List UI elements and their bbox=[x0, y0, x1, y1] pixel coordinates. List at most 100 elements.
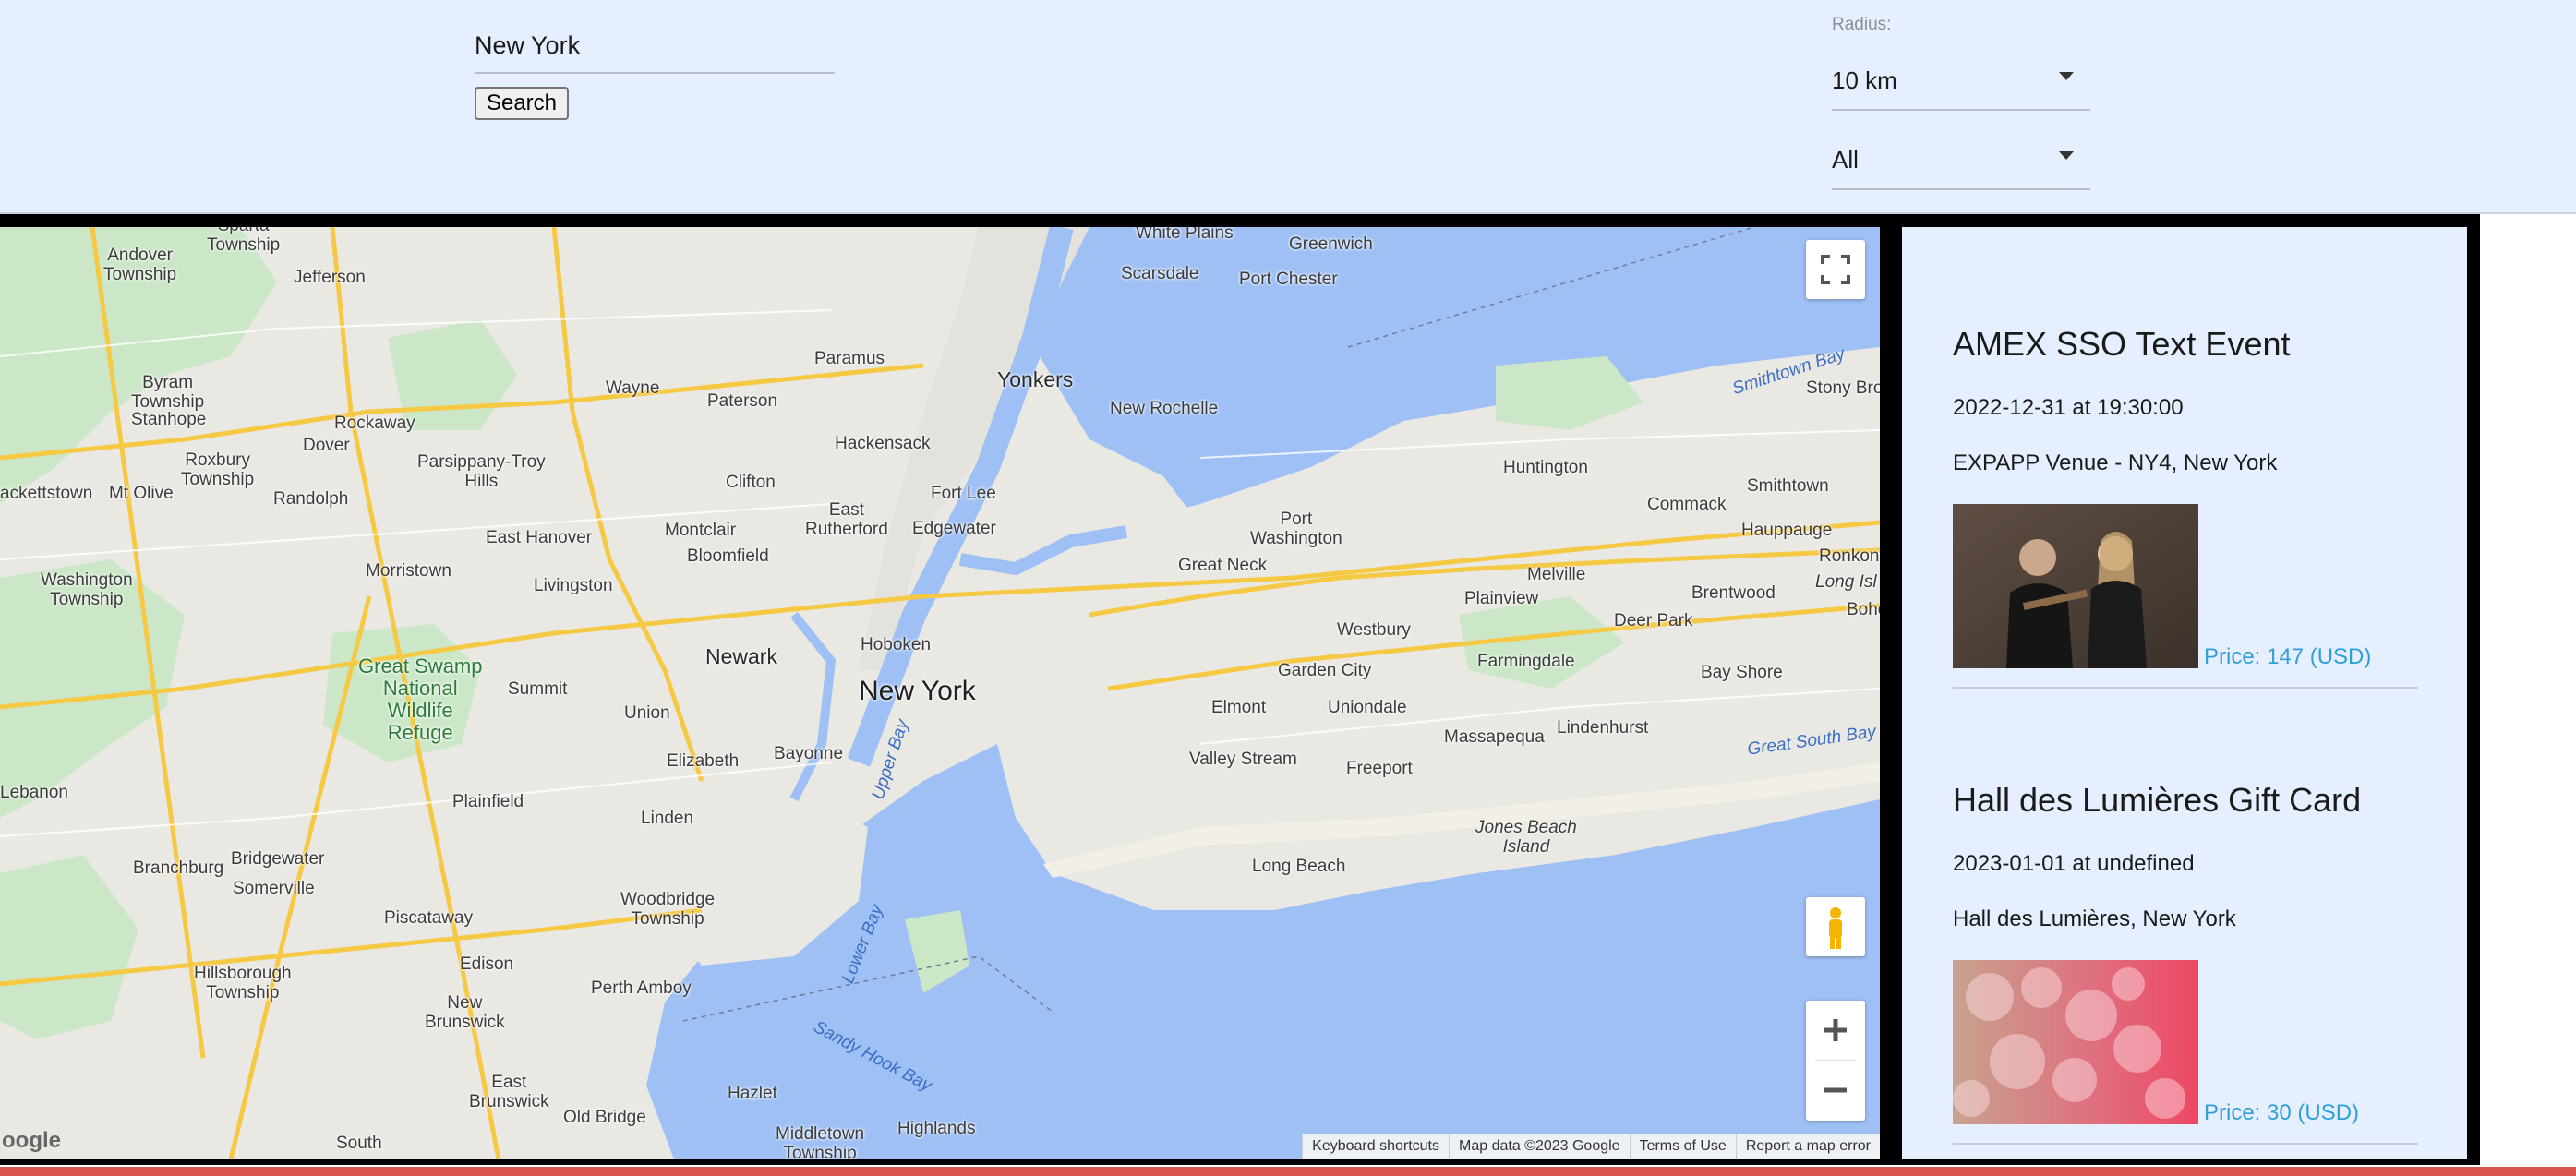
map-label-port-washington: Port Washington bbox=[1250, 510, 1342, 548]
map-label-stony-brook: Stony Bro bbox=[1806, 378, 1880, 398]
map-label-commack: Commack bbox=[1647, 495, 1727, 514]
map-label-paramus: Paramus bbox=[814, 349, 885, 368]
map-label-hackettstown: ackettstown bbox=[0, 484, 93, 503]
map-label-fort-lee: Fort Lee bbox=[931, 484, 996, 503]
event-venue: Hall des Lumières, New York bbox=[1953, 906, 2236, 931]
map-label-huntington: Huntington bbox=[1503, 458, 1588, 477]
map-label-mt-olive: Mt Olive bbox=[109, 484, 174, 503]
street-view-button[interactable] bbox=[1806, 897, 1865, 956]
map-label-elizabeth: Elizabeth bbox=[667, 751, 740, 771]
map-label-greenwich: Greenwich bbox=[1289, 234, 1373, 254]
pegman-icon bbox=[1829, 907, 1842, 949]
map-label-livingston: Livingston bbox=[534, 576, 613, 595]
event-venue: EXPAPP Venue - NY4, New York bbox=[1953, 450, 2278, 475]
map-label-clifton: Clifton bbox=[726, 473, 776, 492]
map-label-highlands: Highlands bbox=[897, 1119, 976, 1138]
search-header: Search Radius: 10 km All bbox=[0, 0, 2576, 214]
map-label-roxbury: Roxbury Township bbox=[181, 450, 255, 489]
map-label-somerville: Somerville bbox=[233, 879, 315, 898]
map-label-jefferson: Jefferson bbox=[294, 268, 366, 287]
map-label-long-beach: Long Beach bbox=[1252, 857, 1346, 876]
map-label-dover: Dover bbox=[303, 436, 350, 455]
event-photo bbox=[1953, 504, 2198, 668]
category-select[interactable]: All bbox=[1832, 122, 2090, 190]
map-label-bohemia: Bohe bbox=[1847, 600, 1880, 619]
map-label-yonkers: Yonkers bbox=[997, 367, 1074, 391]
zoom-out-button[interactable] bbox=[1806, 1061, 1865, 1120]
list-item[interactable]: Hall des Lumières Gift Card 2023-01-01 a… bbox=[1953, 683, 2418, 1145]
report-map-error-link[interactable]: Report a map error bbox=[1735, 1134, 1880, 1159]
map-label-linden: Linden bbox=[641, 809, 694, 828]
map-label-wayne: Wayne bbox=[606, 378, 660, 398]
map-label-smithtown: Smithtown bbox=[1747, 476, 1829, 496]
event-title[interactable]: Hall des Lumières Gift Card bbox=[1953, 781, 2361, 820]
map[interactable]: New York Newark Yonkers White Plains Sca… bbox=[0, 227, 1880, 1159]
map-label-rockaway: Rockaway bbox=[334, 414, 415, 433]
map-label-new-york: New York bbox=[859, 676, 976, 706]
map-label-westbury: Westbury bbox=[1337, 620, 1411, 640]
event-list: AMEX SSO Text Event 2022-12-31 at 19:30:… bbox=[1902, 227, 2467, 1159]
map-label-long-island: Long Isl bbox=[1815, 572, 1877, 592]
chevron-down-icon bbox=[2059, 72, 2074, 80]
map-label-white-plains: White Plains bbox=[1136, 227, 1234, 243]
search-input[interactable] bbox=[475, 18, 835, 74]
map-label-summit: Summit bbox=[508, 679, 568, 699]
map-label-melville: Melville bbox=[1527, 565, 1586, 584]
map-label-newark: Newark bbox=[705, 644, 777, 668]
event-title[interactable]: AMEX SSO Text Event bbox=[1953, 325, 2290, 364]
map-label-hauppauge: Hauppauge bbox=[1741, 521, 1833, 540]
map-label-parsippany: Parsippany-Troy Hills bbox=[417, 452, 546, 491]
map-label-edgewater: Edgewater bbox=[912, 519, 996, 538]
zoom-out-icon bbox=[1824, 1087, 1847, 1093]
chevron-down-icon bbox=[2059, 151, 2074, 160]
map-label-lindenhurst: Lindenhurst bbox=[1557, 718, 1649, 738]
map-label-great-swamp: Great Swamp National Wildlife Refuge bbox=[358, 654, 483, 744]
map-label-paterson: Paterson bbox=[707, 391, 778, 411]
terms-of-use-link[interactable]: Terms of Use bbox=[1629, 1134, 1736, 1159]
map-label-uniondale: Uniondale bbox=[1328, 698, 1407, 717]
list-item[interactable]: AMEX SSO Text Event 2022-12-31 at 19:30:… bbox=[1953, 227, 2418, 689]
map-label-east-hanover: East Hanover bbox=[486, 528, 593, 547]
map-label-farmingdale: Farmingdale bbox=[1477, 652, 1575, 671]
fullscreen-icon bbox=[1821, 255, 1850, 284]
event-image[interactable] bbox=[1953, 504, 2198, 668]
map-label-woodbridge: Woodbridge Township bbox=[620, 890, 716, 929]
map-label-bloomfield: Bloomfield bbox=[687, 546, 769, 566]
zoom-in-button[interactable] bbox=[1806, 1001, 1865, 1060]
map-label-byram: Byram Township bbox=[131, 373, 205, 412]
map-label-port-chester: Port Chester bbox=[1239, 270, 1338, 289]
map-label-great-neck: Great Neck bbox=[1178, 556, 1268, 575]
map-label-morristown: Morristown bbox=[366, 561, 451, 581]
map-label-washington: Washington Township bbox=[41, 570, 133, 609]
map-label-sparta: Sparta Township bbox=[207, 227, 281, 255]
map-label-deer-park: Deer Park bbox=[1614, 611, 1693, 630]
radius-select[interactable]: 10 km bbox=[1832, 42, 2090, 111]
map-label-hazlet: Hazlet bbox=[728, 1084, 777, 1103]
event-image[interactable] bbox=[1953, 960, 2198, 1124]
event-price: Price: 147 (USD) bbox=[2204, 644, 2372, 669]
zoom-in-icon bbox=[1824, 1019, 1847, 1041]
map-label-perth-amboy: Perth Amboy bbox=[591, 978, 692, 998]
event-date: 2022-12-31 at 19:30:00 bbox=[1953, 395, 2184, 420]
map-label-south: South bbox=[336, 1134, 382, 1153]
map-label-edison: Edison bbox=[460, 954, 514, 974]
map-label-plainview: Plainview bbox=[1464, 589, 1539, 608]
keyboard-shortcuts-link[interactable]: Keyboard shortcuts bbox=[1302, 1134, 1449, 1159]
map-data-text: Map data ©2023 Google bbox=[1449, 1134, 1630, 1159]
map-label-new-rochelle: New Rochelle bbox=[1110, 399, 1219, 418]
map-label-bay-shore: Bay Shore bbox=[1701, 663, 1783, 682]
event-photo bbox=[1953, 960, 2198, 1124]
map-label-new-brunswick: New Brunswick bbox=[425, 993, 505, 1032]
map-label-garden-city: Garden City bbox=[1278, 661, 1372, 680]
radius-value: 10 km bbox=[1832, 66, 1897, 94]
search-button[interactable]: Search bbox=[475, 87, 569, 120]
map-label-elmont: Elmont bbox=[1211, 698, 1267, 717]
map-label-montclair: Montclair bbox=[665, 521, 737, 540]
map-label-branchburg: Branchburg bbox=[133, 858, 224, 878]
map-label-hackensack: Hackensack bbox=[835, 434, 931, 453]
map-label-union: Union bbox=[624, 703, 670, 723]
fullscreen-button[interactable] bbox=[1806, 240, 1865, 299]
category-value: All bbox=[1832, 146, 1859, 174]
zoom-controls bbox=[1806, 1001, 1865, 1121]
map-label-massapequa: Massapequa bbox=[1444, 727, 1545, 747]
